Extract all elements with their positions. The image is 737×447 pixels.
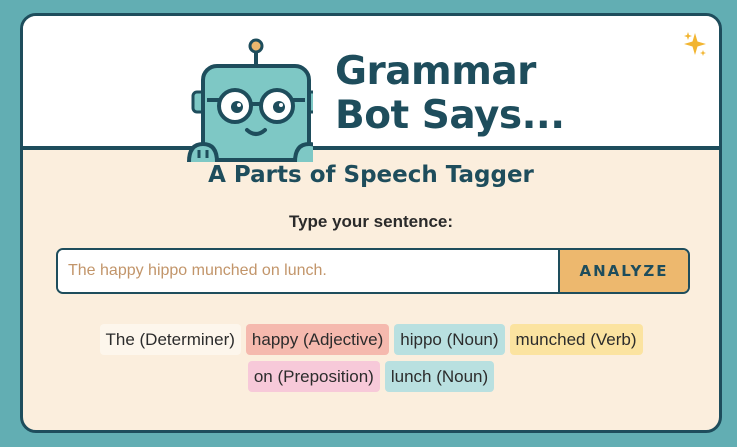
input-prompt-label: Type your sentence: (288, 212, 454, 231)
pos-tag: munched (Verb) (509, 324, 643, 355)
pos-tag-list: The (Determiner) happy (Adjective) hippo… (63, 324, 679, 392)
pos-tag: hippo (Noun) (394, 324, 505, 355)
pos-tag: The (Determiner) (99, 324, 241, 355)
subtitle: A Parts of Speech Tagger (208, 162, 534, 188)
header: Grammar Bot Says... (23, 16, 719, 150)
pos-tag: lunch (Noun) (384, 361, 495, 392)
analyze-button[interactable]: ANALYZE (558, 250, 688, 292)
pos-tag: happy (Adjective) (245, 324, 390, 355)
robot-icon (187, 38, 313, 163)
pos-tag: on (Preposition) (247, 361, 380, 392)
sentence-input[interactable] (58, 250, 558, 292)
app-card: Grammar Bot Says... A Parts of Speech Ta… (20, 13, 722, 433)
title-line-2: Bot Says... (335, 93, 565, 138)
sentence-form: ANALYZE (56, 248, 690, 294)
sparkles-icon (684, 32, 706, 56)
title-line-1: Grammar (335, 49, 536, 94)
page-title: Grammar Bot Says... (335, 50, 565, 138)
